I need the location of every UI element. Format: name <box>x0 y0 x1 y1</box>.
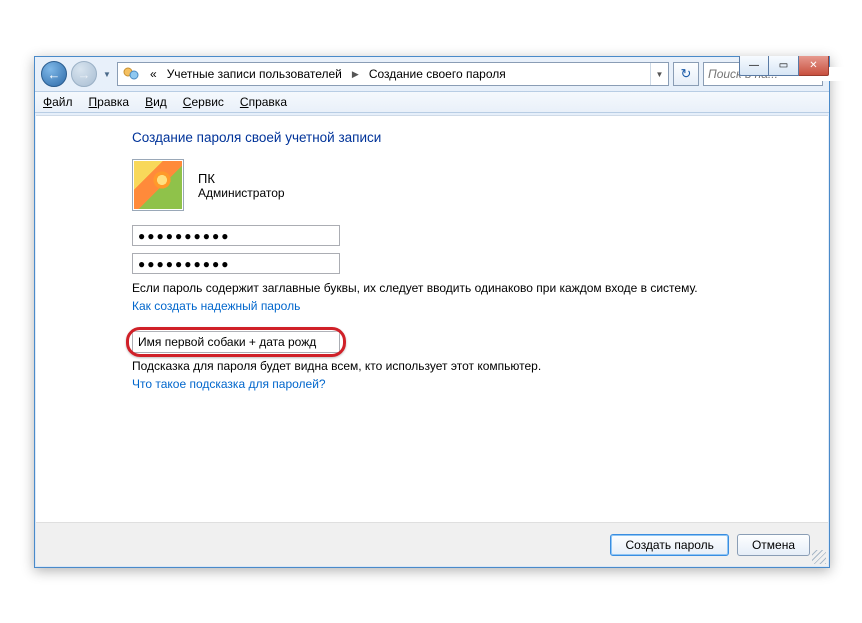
password-hint-input[interactable] <box>132 331 340 353</box>
user-info: ПК Администратор <box>132 159 828 211</box>
password-confirm-input[interactable] <box>132 253 340 274</box>
window: — ▭ ✕ ← → ▼ « Учетные записи пользовател… <box>34 56 830 568</box>
user-role: Администратор <box>198 186 285 200</box>
address-dropdown-icon[interactable]: ▼ <box>650 63 668 85</box>
menu-tools[interactable]: Сервис <box>183 95 224 109</box>
username: ПК <box>198 171 285 186</box>
password-input[interactable] <box>132 225 340 246</box>
close-button[interactable]: ✕ <box>799 56 829 76</box>
address-bar[interactable]: « Учетные записи пользователей ▶ Создани… <box>117 62 669 86</box>
forward-button: → <box>71 61 97 87</box>
refresh-button[interactable]: ↻ <box>673 62 699 86</box>
page-title: Создание пароля своей учетной записи <box>132 130 828 145</box>
create-password-button[interactable]: Создать пароль <box>610 534 728 556</box>
nav-bar: ← → ▼ « Учетные записи пользователей ▶ С… <box>35 57 829 91</box>
menu-file[interactable]: Файл <box>43 95 73 109</box>
cancel-button[interactable]: Отмена <box>737 534 810 556</box>
breadcrumb-user-accounts[interactable]: Учетные записи пользователей <box>161 67 348 81</box>
what-is-hint-link[interactable]: Что такое подсказка для паролей? <box>132 377 828 391</box>
user-accounts-icon <box>122 66 140 82</box>
strong-password-link[interactable]: Как создать надежный пароль <box>132 299 828 313</box>
back-button[interactable]: ← <box>41 61 67 87</box>
history-dropdown-icon[interactable]: ▼ <box>101 65 113 83</box>
maximize-button[interactable]: ▭ <box>769 56 799 76</box>
chevron-right-icon: ▶ <box>348 69 363 80</box>
avatar-image <box>134 161 182 209</box>
breadcrumb-prefix: « <box>142 67 161 81</box>
menu-edit[interactable]: Правка <box>89 95 130 109</box>
resize-grip[interactable] <box>812 550 826 564</box>
footer: Создать пароль Отмена <box>36 522 828 566</box>
minimize-button[interactable]: — <box>739 56 769 76</box>
titlebar-controls: — ▭ ✕ <box>739 56 829 76</box>
breadcrumb-create-password[interactable]: Создание своего пароля <box>363 67 512 81</box>
refresh-icon: ↻ <box>681 66 692 82</box>
hint-visibility-text: Подсказка для пароля будет видна всем, к… <box>132 359 828 373</box>
menu-bar: Файл Правка Вид Сервис Справка <box>35 91 829 113</box>
menu-help[interactable]: Справка <box>240 95 287 109</box>
menu-view[interactable]: Вид <box>145 95 167 109</box>
content-area: Создание пароля своей учетной записи ПК … <box>36 115 828 566</box>
case-warning-text: Если пароль содержит заглавные буквы, их… <box>132 281 828 295</box>
avatar <box>132 159 184 211</box>
